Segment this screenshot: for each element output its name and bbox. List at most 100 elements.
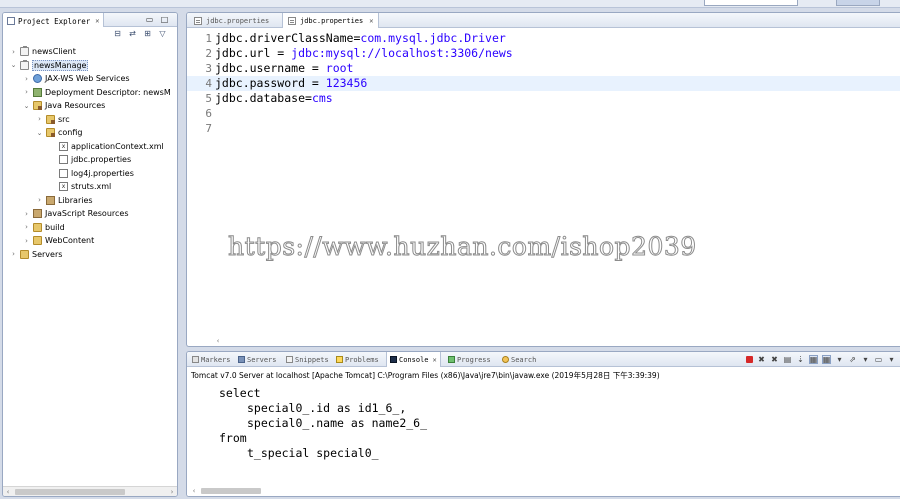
code-line[interactable]: 2 jdbc.url = jdbc:mysql://localhost:3306/… [187, 46, 900, 61]
code-line[interactable]: 6 [187, 106, 900, 121]
collapsed-chevron-icon[interactable]: › [23, 237, 30, 245]
folder-icon [33, 236, 42, 245]
tab-problems[interactable]: Problems [333, 352, 382, 367]
lib-icon [46, 195, 55, 205]
line-number: 6 [205, 107, 212, 120]
collapsed-chevron-icon[interactable]: › [10, 48, 17, 56]
tree-item[interactable]: › newsClient [10, 45, 76, 58]
tab-console[interactable]: Console ✕ [386, 352, 441, 367]
line-number: 5 [205, 92, 212, 105]
collapsed-chevron-icon[interactable]: › [36, 115, 43, 123]
collapsed-chevron-icon[interactable]: › [36, 196, 43, 204]
line-text: jdbc.driverClassName=com.mysql.jdbc.Driv… [215, 31, 506, 46]
tab-markers[interactable]: Markers [189, 352, 234, 367]
console-hscrollbar[interactable]: ‹ [187, 486, 900, 496]
tree-item[interactable]: ⌄ config [36, 126, 82, 139]
properties-file-icon [194, 16, 202, 25]
console-line: special0_.name as name2_6_ [247, 416, 428, 430]
scroll-left-icon[interactable]: ‹ [189, 486, 199, 496]
show-on-output-icon[interactable]: ▦ [822, 355, 831, 364]
markers-icon [192, 356, 199, 363]
focus-icon[interactable]: ⊞ [143, 29, 152, 38]
scroll-right-icon[interactable]: › [167, 487, 177, 496]
collapsed-chevron-icon[interactable]: › [23, 75, 30, 83]
tab-label: Project Explorer [18, 16, 91, 26]
tab-search[interactable]: Search [499, 352, 539, 367]
view-menu-icon[interactable]: ▾ [887, 355, 896, 364]
code-line[interactable]: 5 jdbc.database=cms [187, 91, 900, 106]
tab-project-explorer[interactable]: Project Explorer ✕ [3, 13, 105, 27]
close-icon[interactable]: ✕ [433, 356, 437, 364]
perspective-button[interactable] [836, 0, 880, 6]
tree-item[interactable]: jdbc.properties [49, 153, 131, 166]
remove-all-icon[interactable]: ✖ [770, 355, 779, 364]
console-toolbar: ✖ ✖ ▤ ⇣ ▦ ▦ ▾ ⇗ ▾ ▭ ▾ [746, 355, 896, 364]
collapsed-chevron-icon[interactable]: › [10, 250, 17, 258]
tree-item[interactable]: › Libraries [36, 194, 93, 207]
collapsed-chevron-icon[interactable]: › [23, 88, 30, 96]
tab-label: Search [511, 355, 537, 364]
tree-item[interactable]: › WebContent [23, 234, 94, 247]
tree-item[interactable]: x struts.xml [49, 180, 111, 193]
tree-item[interactable]: › JAX-WS Web Services [23, 72, 130, 85]
scroll-thumb[interactable] [15, 489, 125, 495]
expanded-chevron-icon[interactable]: ⌄ [36, 129, 43, 137]
open-console-icon[interactable]: ⇗ [848, 355, 857, 364]
tree-item[interactable]: ⌄ newsManage [10, 59, 89, 72]
tree-item[interactable]: › src [36, 113, 70, 126]
property-key: jdbc.url = [215, 46, 292, 60]
quick-access-field[interactable] [704, 0, 798, 6]
tree-item[interactable]: log4j.properties [49, 167, 134, 180]
code-line[interactable]: 3 jdbc.username = root [187, 61, 900, 76]
tree-item[interactable]: ⌄ Java Resources [23, 99, 105, 112]
tree-item[interactable]: › build [23, 221, 65, 234]
progress-icon [448, 356, 455, 363]
minimize-icon[interactable]: ▭ [145, 15, 154, 24]
view-menu-icon[interactable]: ▽ [158, 29, 167, 38]
terminate-icon[interactable] [746, 356, 753, 363]
tab-progress[interactable]: Progress [445, 352, 494, 367]
tree-item-label: applicationContext.xml [71, 141, 164, 151]
remove-launch-icon[interactable]: ✖ [757, 355, 766, 364]
pin-console-icon[interactable]: ▾ [835, 355, 844, 364]
close-icon[interactable]: ✕ [369, 17, 373, 25]
expanded-chevron-icon[interactable]: ⌄ [23, 102, 30, 110]
link-with-editor-icon[interactable]: ⇄ [128, 29, 137, 38]
editor-tab-jdbc-properties-1[interactable]: jdbc.properties [189, 13, 274, 28]
tree-item[interactable]: › Servers [10, 248, 62, 261]
property-value: jdbc:mysql://localhost:3306/news [291, 46, 513, 60]
collapsed-chevron-icon[interactable]: › [23, 210, 30, 218]
tree-item[interactable]: x applicationContext.xml [49, 140, 164, 153]
tree-item[interactable]: › JavaScript Resources [23, 207, 129, 220]
scroll-left-icon[interactable]: ‹ [213, 336, 223, 346]
code-line[interactable]: 7 [187, 121, 900, 136]
scroll-left-icon[interactable]: ‹ [3, 487, 13, 496]
tree-item[interactable]: › Deployment Descriptor: newsM [23, 86, 171, 99]
project-icon [20, 59, 29, 70]
editor-tab-jdbc-properties-2[interactable]: jdbc.properties ✕ [282, 13, 380, 28]
scroll-thumb[interactable] [201, 488, 261, 494]
clear-console-icon[interactable]: ▤ [783, 355, 792, 364]
minimize-icon[interactable]: ▭ [874, 355, 883, 364]
folder-icon [20, 249, 29, 259]
tab-servers[interactable]: Servers [235, 352, 280, 367]
project-icon [20, 46, 29, 56]
collapse-all-icon[interactable]: ⊟ [113, 29, 122, 38]
display-selected-console-icon[interactable]: ▾ [861, 355, 870, 364]
tab-snippets[interactable]: Snippets [283, 352, 332, 367]
close-icon[interactable]: ✕ [95, 17, 99, 25]
line-text: jdbc.url = jdbc:mysql://localhost:3306/n… [215, 46, 513, 61]
line-number: 1 [205, 32, 212, 45]
scroll-lock-icon[interactable]: ⇣ [796, 355, 805, 364]
code-line[interactable]: 1 jdbc.driverClassName=com.mysql.jdbc.Dri… [187, 31, 900, 46]
code-line[interactable]: 4 jdbc.password = 123456 [187, 76, 900, 91]
tree-item-label: log4j.properties [71, 168, 134, 178]
collapsed-chevron-icon[interactable]: › [23, 223, 30, 231]
explorer-hscrollbar[interactable]: ‹ › [3, 486, 177, 496]
pkgfolder-icon [46, 128, 55, 137]
maximize-icon[interactable]: □ [160, 15, 169, 24]
editor-hscrollbar[interactable]: ‹ [213, 336, 900, 346]
line-number: 7 [205, 122, 212, 135]
word-wrap-icon[interactable]: ▦ [809, 355, 818, 364]
expanded-chevron-icon[interactable]: ⌄ [10, 61, 17, 69]
